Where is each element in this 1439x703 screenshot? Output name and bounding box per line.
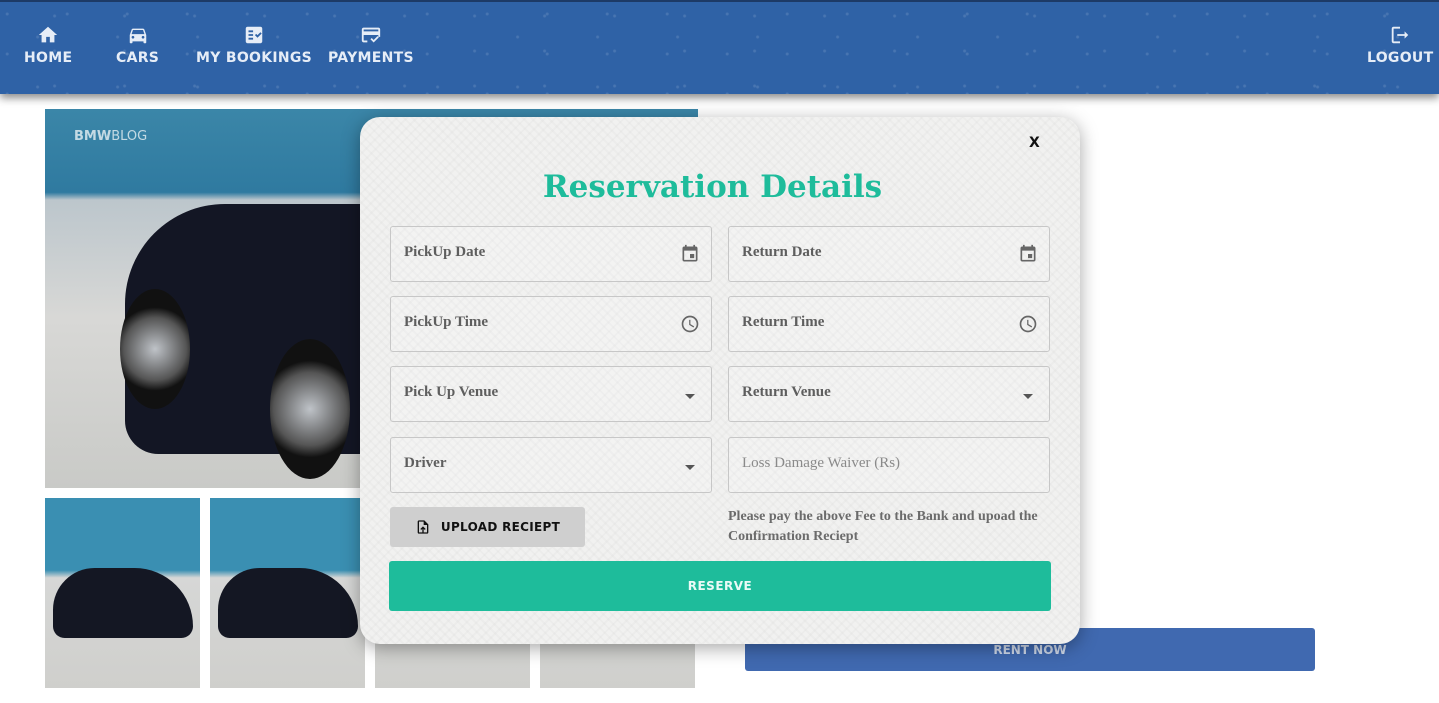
nav-home[interactable]: HOME: [24, 24, 72, 66]
pickup-date-field[interactable]: PickUp Date: [390, 226, 712, 282]
upload-receipt-button[interactable]: UPLOAD RECIEPT: [390, 507, 585, 547]
pickup-venue-select[interactable]: Pick Up Venue: [390, 366, 712, 422]
chevron-down-icon: [685, 465, 695, 470]
logout-icon: [1391, 26, 1409, 44]
calendar-icon: [1020, 244, 1036, 262]
pickup-time-field[interactable]: PickUp Time: [390, 296, 712, 352]
nav-my-bookings[interactable]: MY BOOKINGS: [196, 24, 312, 66]
file-upload-icon: [417, 520, 429, 534]
return-time-field[interactable]: Return Time: [728, 296, 1050, 352]
upload-receipt-label: UPLOAD RECIEPT: [440, 520, 561, 534]
close-button[interactable]: X: [1029, 135, 1040, 151]
car-wheel: [120, 289, 190, 409]
chevron-down-icon: [685, 394, 695, 399]
pickup-time-label: PickUp Time: [404, 314, 489, 330]
pickup-venue-label: Pick Up Venue: [404, 384, 499, 400]
return-venue-select[interactable]: Return Venue: [728, 366, 1050, 422]
driver-select[interactable]: Driver: [390, 437, 712, 493]
pickup-date-label: PickUp Date: [404, 244, 486, 260]
nav-payments-label: PAYMENTS: [328, 50, 414, 66]
nav-home-label: HOME: [24, 50, 73, 66]
nav-logout-label: LOGOUT: [1367, 50, 1434, 66]
watermark-bold: BMW: [74, 129, 112, 144]
top-navbar: HOME CARS MY BOOKINGS PAYMENTS LOGOUT: [0, 0, 1439, 94]
payments-icon: [361, 27, 381, 43]
nav-cars[interactable]: CARS: [116, 24, 159, 66]
car-icon: [129, 28, 146, 44]
loss-damage-waiver-input[interactable]: Loss Damage Waiver (Rs): [728, 437, 1050, 493]
modal-title: Reservation Details: [542, 169, 883, 205]
nav-cars-label: CARS: [116, 50, 160, 66]
clock-icon: [1019, 315, 1037, 333]
nav-my-bookings-label: MY BOOKINGS: [196, 50, 313, 66]
watermark-light: BLOG: [111, 129, 148, 144]
calendar-icon: [682, 244, 698, 262]
thumbnail-car-shape: [53, 568, 193, 638]
loss-damage-waiver-placeholder: Loss Damage Waiver (Rs): [742, 455, 901, 471]
nav-logout[interactable]: LOGOUT: [1367, 24, 1433, 66]
driver-label: Driver: [404, 455, 447, 471]
home-icon: [38, 26, 58, 43]
return-venue-label: Return Venue: [742, 384, 831, 400]
car-thumbnail-1[interactable]: [45, 498, 200, 688]
nav-payments[interactable]: PAYMENTS: [328, 24, 414, 66]
reservation-modal: X Reservation Details PickUp Date Return…: [360, 117, 1080, 644]
bookings-icon: [245, 26, 263, 44]
reserve-button[interactable]: RESERVE: [389, 561, 1051, 611]
return-time-label: Return Time: [742, 314, 825, 330]
return-date-field[interactable]: Return Date: [728, 226, 1050, 282]
payment-note: Please pay the above Fee to the Bank and…: [728, 509, 1038, 544]
thumbnail-car-shape: [218, 568, 358, 638]
return-date-label: Return Date: [742, 244, 822, 260]
chevron-down-icon: [1023, 394, 1033, 399]
car-wheel: [270, 339, 350, 479]
clock-icon: [681, 315, 699, 333]
car-thumbnail-2[interactable]: [210, 498, 365, 688]
bmwblog-watermark: BMWBLOG: [74, 129, 147, 144]
